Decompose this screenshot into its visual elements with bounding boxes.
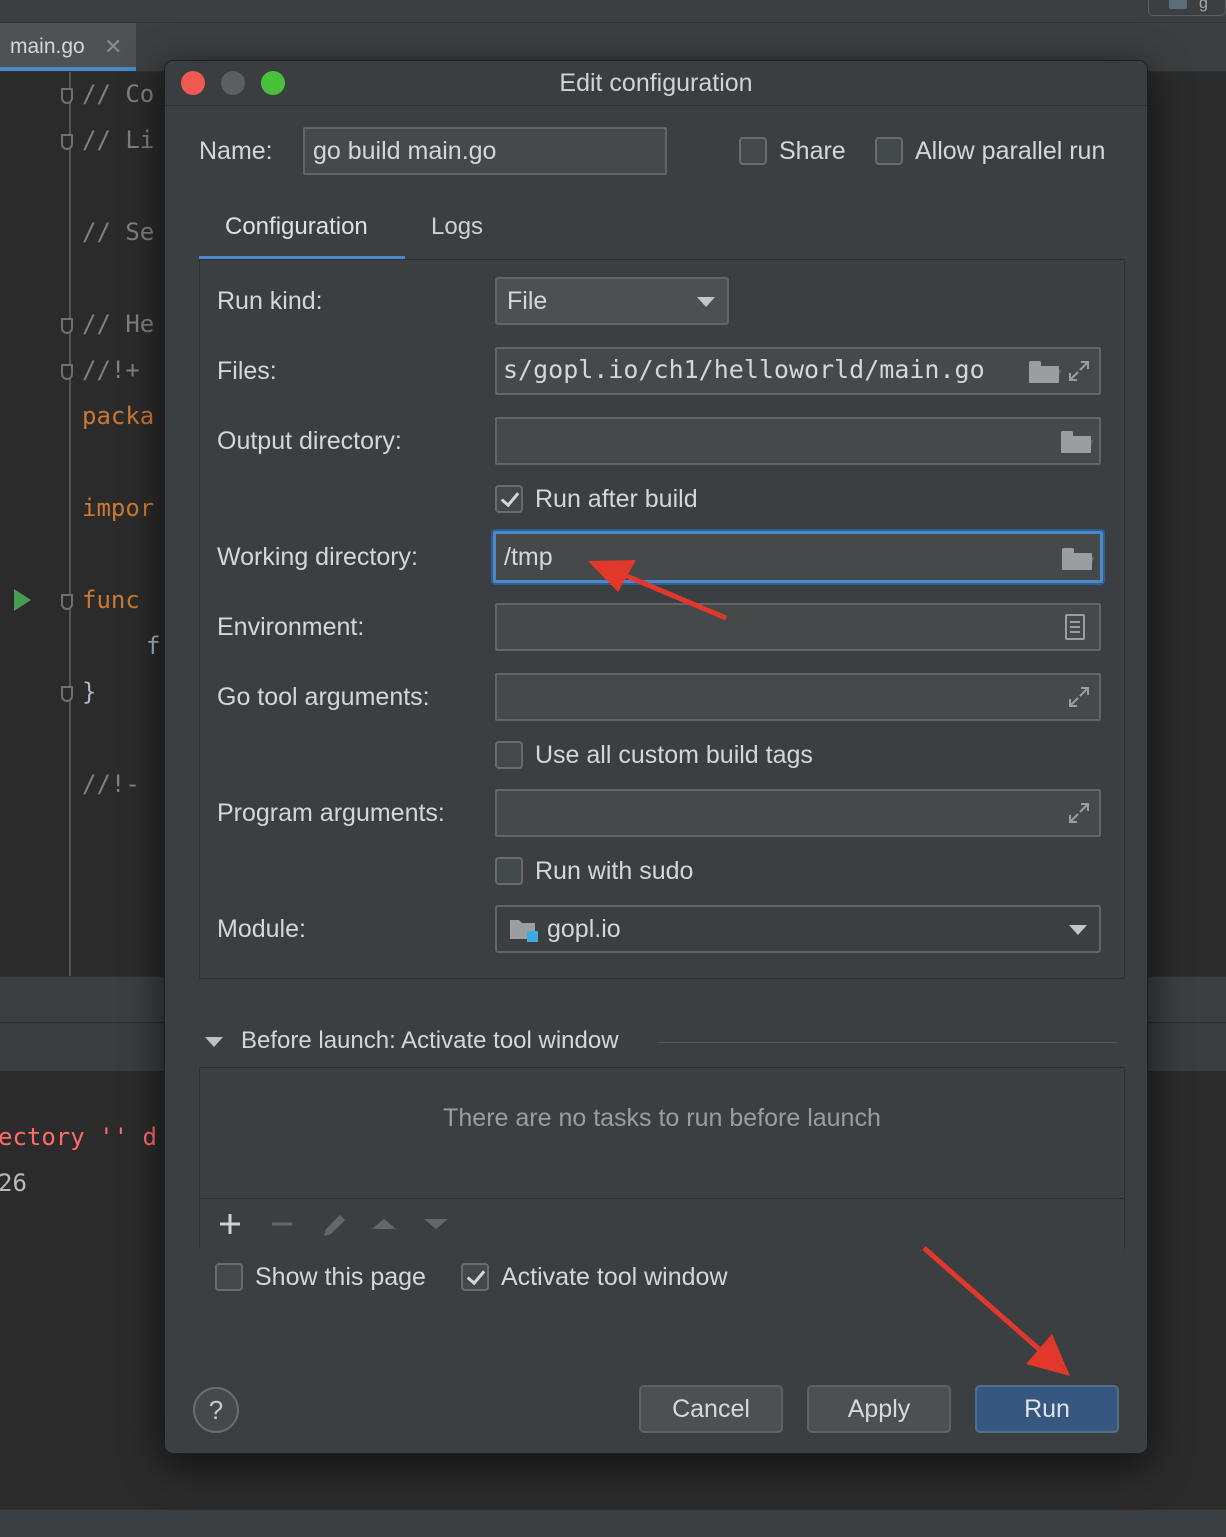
name-label: Name: xyxy=(199,137,273,165)
activate-tool-window-label: Activate tool window xyxy=(501,1263,728,1291)
custom-build-tags-label: Use all custom build tags xyxy=(535,741,813,769)
status-bar xyxy=(0,1509,1226,1537)
custom-build-tags-checkbox[interactable] xyxy=(495,741,523,769)
folder-icon[interactable] xyxy=(1061,431,1094,453)
environment-input[interactable] xyxy=(495,603,1101,651)
go-tool-arguments-input[interactable] xyxy=(495,673,1101,721)
code-line: } xyxy=(82,678,97,706)
console-line: 26 xyxy=(0,1169,27,1197)
dialog-title-bar: Edit configuration xyxy=(165,61,1147,106)
code-line: //!+ xyxy=(82,356,140,384)
files-input[interactable]: s/gopl.io/ch1/helloworld/main.go xyxy=(495,347,1101,395)
tab-configuration-label: Configuration xyxy=(225,213,368,240)
chevron-down-icon xyxy=(697,297,715,307)
fold-icon[interactable] xyxy=(61,318,73,334)
code-line: // Se xyxy=(82,218,155,246)
add-icon[interactable] xyxy=(210,1199,250,1249)
go-tool-arguments-label: Go tool arguments: xyxy=(217,683,430,711)
show-this-page-checkbox[interactable] xyxy=(215,1263,243,1291)
console-line: ectory '' d xyxy=(0,1123,157,1151)
tab-logs[interactable]: Logs xyxy=(431,213,483,241)
move-down-icon[interactable] xyxy=(416,1199,456,1249)
working-directory-label: Working directory: xyxy=(217,543,418,571)
fold-icon[interactable] xyxy=(61,134,73,150)
run-with-sudo-label: Run with sudo xyxy=(535,857,694,885)
files-label: Files: xyxy=(217,357,277,385)
go-config-icon xyxy=(1169,0,1187,9)
expand-icon[interactable] xyxy=(1067,359,1091,383)
edit-configuration-dialog: Edit configuration Name: go build main.g… xyxy=(164,60,1148,1454)
allow-parallel-label: Allow parallel run xyxy=(915,137,1106,165)
run-with-sudo-checkbox[interactable] xyxy=(495,857,523,885)
help-button[interactable]: ? xyxy=(193,1387,239,1433)
list-icon[interactable] xyxy=(1065,614,1085,640)
output-directory-label: Output directory: xyxy=(217,427,402,455)
run-config-selector[interactable]: g xyxy=(1148,0,1226,16)
environment-label: Environment: xyxy=(217,613,365,641)
code-line: func xyxy=(82,586,140,614)
empty-tasks-message: There are no tasks to run before launch xyxy=(443,1104,881,1132)
program-arguments-label: Program arguments: xyxy=(217,799,445,827)
remove-icon[interactable] xyxy=(262,1199,302,1249)
run-after-build-checkbox[interactable] xyxy=(495,485,523,513)
tasks-toolbar xyxy=(200,1198,1124,1249)
move-up-icon[interactable] xyxy=(364,1199,404,1249)
code-line: //!- xyxy=(82,770,140,798)
output-directory-input[interactable] xyxy=(495,417,1101,465)
name-input[interactable]: go build main.go xyxy=(303,127,667,175)
editor-tab-label: main.go xyxy=(10,35,85,58)
section-divider xyxy=(657,1042,1117,1043)
program-arguments-input[interactable] xyxy=(495,789,1101,837)
edit-icon[interactable] xyxy=(312,1199,352,1249)
before-launch-title: Before launch: Activate tool window xyxy=(241,1027,619,1054)
fold-icon[interactable] xyxy=(61,364,73,380)
gutter-divider xyxy=(69,72,71,976)
run-kind-value: File xyxy=(507,287,548,315)
code-line: // Co xyxy=(82,80,155,108)
share-checkbox[interactable] xyxy=(739,137,767,165)
code-line: impor xyxy=(82,494,155,522)
collapse-triangle-icon[interactable] xyxy=(205,1037,223,1047)
run-config-label: g xyxy=(1199,0,1208,12)
fold-icon[interactable] xyxy=(61,686,73,702)
code-line: packa xyxy=(82,402,155,430)
editor-tab-main-go[interactable]: main.go ✕ xyxy=(0,23,136,71)
module-label: Module: xyxy=(217,915,306,943)
share-label: Share xyxy=(779,137,846,165)
cancel-button[interactable]: Cancel xyxy=(639,1385,783,1433)
activate-tool-window-checkbox[interactable] xyxy=(461,1263,489,1291)
fold-icon[interactable] xyxy=(61,88,73,104)
tab-configuration[interactable]: Configuration xyxy=(199,203,405,261)
before-launch-header[interactable]: Before launch: Activate tool window xyxy=(205,1027,1125,1057)
code-line: f xyxy=(146,632,161,660)
module-folder-icon xyxy=(510,920,538,942)
working-directory-input[interactable]: /tmp xyxy=(493,531,1103,583)
run-button[interactable]: Run xyxy=(975,1385,1119,1433)
run-kind-label: Run kind: xyxy=(217,287,323,315)
module-dropdown[interactable]: gopl.io xyxy=(495,905,1101,953)
chevron-down-icon xyxy=(1069,925,1087,935)
fold-icon[interactable] xyxy=(61,594,73,610)
files-value: s/gopl.io/ch1/helloworld/main.go xyxy=(503,355,985,384)
folder-icon[interactable] xyxy=(1062,548,1095,570)
ide-title-bar: g xyxy=(0,0,1226,23)
close-tab-icon[interactable]: ✕ xyxy=(104,34,122,60)
run-kind-dropdown[interactable]: File xyxy=(495,277,729,325)
expand-icon[interactable] xyxy=(1067,685,1091,709)
code-line: // He xyxy=(82,310,155,338)
module-value: gopl.io xyxy=(547,915,621,943)
show-this-page-label: Show this page xyxy=(255,1263,426,1291)
before-launch-tasks-panel: There are no tasks to run before launch xyxy=(199,1067,1125,1249)
run-after-build-label: Run after build xyxy=(535,485,698,513)
expand-icon[interactable] xyxy=(1067,801,1091,825)
apply-button[interactable]: Apply xyxy=(807,1385,951,1433)
dialog-title: Edit configuration xyxy=(559,69,753,97)
folder-icon[interactable] xyxy=(1029,361,1062,383)
name-value: go build main.go xyxy=(313,137,497,165)
allow-parallel-checkbox[interactable] xyxy=(875,137,903,165)
working-directory-value: /tmp xyxy=(504,543,553,571)
code-line: // Li xyxy=(82,126,155,154)
run-gutter-icon[interactable] xyxy=(14,589,31,611)
